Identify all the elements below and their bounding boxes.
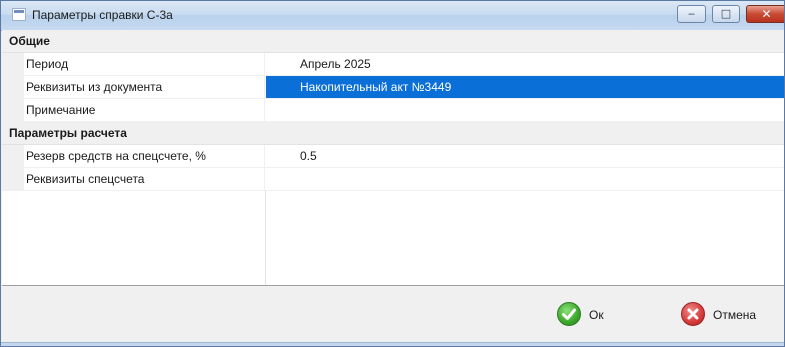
row-margin [2,99,24,121]
close-button[interactable]: ✕ [746,5,784,23]
property-name-cell[interactable]: Резерв средств на спецсчете, % [24,145,265,167]
row-margin [2,53,24,75]
property-name: Примечание [26,103,96,117]
maximize-button[interactable]: □ [712,5,740,23]
property-name: Реквизиты спецсчета [26,172,145,186]
property-name: Реквизиты из документа [26,80,163,94]
maximize-icon: □ [720,7,732,20]
ok-button[interactable]: Ок [555,300,617,330]
property-row-reserve[interactable]: Резерв средств на спецсчете, % 0.5 [2,145,784,168]
property-grid: Общие Период Апрель 2025 Реквизиты из до… [2,30,784,286]
property-value-cell[interactable]: Апрель 2025 [266,53,784,75]
property-row-note[interactable]: Примечание [2,99,784,122]
property-value-cell[interactable]: 0.5 [266,145,784,167]
dialog-footer: Ок Отмена [2,286,784,342]
property-value-cell[interactable] [266,99,784,121]
cross-circle-icon [681,302,705,326]
property-row-special-account[interactable]: Реквизиты спецсчета [2,168,784,191]
row-margin [2,76,24,98]
close-icon: ✕ [761,7,772,21]
check-circle-icon [557,302,581,326]
property-row-document-details[interactable]: Реквизиты из документа Накопительный акт… [2,76,784,99]
row-margin [2,145,24,167]
property-value-cell-selected[interactable]: Накопительный акт №3449 [266,76,784,98]
cancel-button-label: Отмена [713,308,757,322]
property-row-period[interactable]: Период Апрель 2025 [2,53,784,76]
property-name-cell[interactable]: Реквизиты спецсчета [24,168,265,190]
property-value: Апрель 2025 [300,57,371,71]
ok-button-label: Ок [589,308,604,322]
column-divider[interactable] [265,190,266,285]
category-label: Параметры расчета [9,126,127,140]
property-name: Период [26,57,69,71]
property-value-cell[interactable] [266,168,784,190]
window-title: Параметры справки С-3а [32,8,173,22]
property-name-cell[interactable]: Примечание [24,99,265,121]
title-bar[interactable]: Параметры справки С-3а ‒ □ ✕ [1,1,784,31]
property-name-cell[interactable]: Период [24,53,265,75]
minimize-button[interactable]: ‒ [677,5,706,23]
category-row-general[interactable]: Общие [2,30,784,53]
row-margin [2,168,24,190]
category-label: Общие [9,34,50,48]
cancel-button[interactable]: Отмена [679,300,771,330]
property-value: 0.5 [300,149,317,163]
category-row-calculation[interactable]: Параметры расчета [2,122,784,145]
window-app-icon [12,8,26,21]
window-bottom-border [1,342,784,346]
property-name: Резерв средств на спецсчете, % [26,149,206,163]
property-value: Накопительный акт №3449 [300,80,452,94]
dialog-window: Параметры справки С-3а ‒ □ ✕ Общие Перио… [0,0,785,347]
minimize-icon: ‒ [688,7,695,20]
property-name-cell[interactable]: Реквизиты из документа [24,76,265,98]
